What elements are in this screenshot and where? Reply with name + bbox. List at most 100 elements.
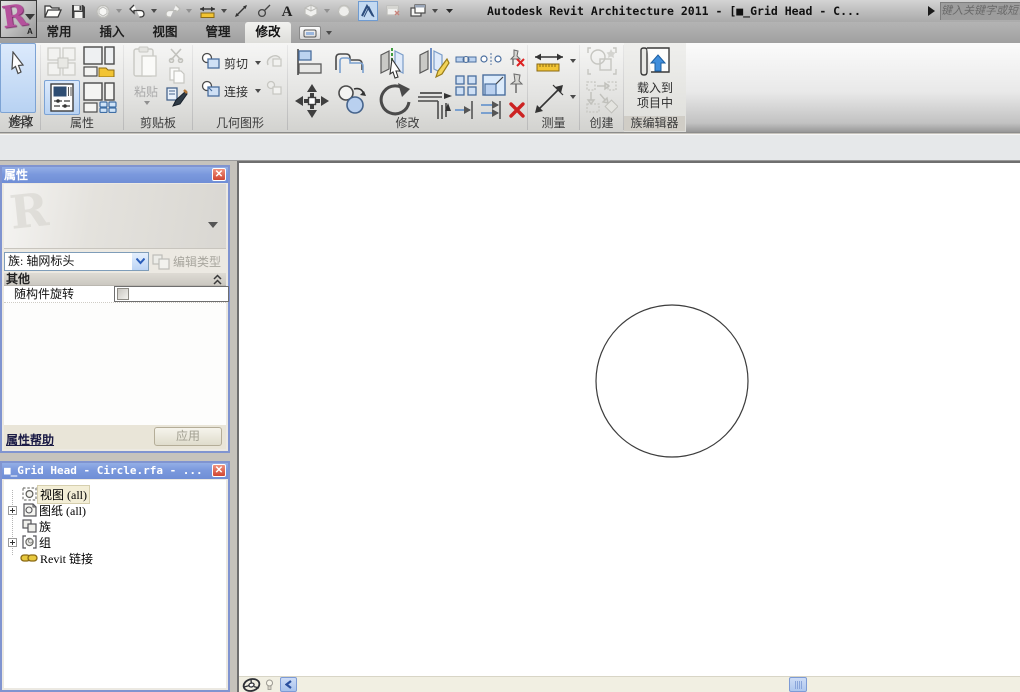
customize-qat-button[interactable]	[443, 1, 456, 21]
apply-button[interactable]: 应用	[154, 427, 222, 446]
tab-modify[interactable]: 修改	[245, 22, 291, 43]
create-group-icon[interactable]	[587, 46, 617, 76]
tab-insert[interactable]: 插入	[89, 22, 135, 43]
trim-extend-corner-icon[interactable]	[416, 83, 454, 119]
family-types-icon[interactable]	[83, 46, 117, 77]
measure-between-references-icon[interactable]	[534, 49, 564, 75]
expander-groups[interactable]	[8, 538, 17, 547]
save-button[interactable]	[69, 1, 88, 21]
panel-label-select[interactable]: 选择	[0, 116, 40, 131]
section-header-other[interactable]: 其他	[4, 273, 226, 286]
type-preview[interactable]: R	[4, 184, 226, 249]
ribbon-state-caret-icon[interactable]	[326, 31, 332, 35]
split-with-gap-icon[interactable]	[480, 51, 502, 67]
project-browser-title[interactable]: ■_Grid Head - Circle.rfa - ...	[2, 463, 228, 479]
sync-3d-button[interactable]	[93, 1, 113, 21]
preview-expand-icon[interactable]	[208, 222, 218, 228]
type-selector-dropdown-button[interactable]	[132, 252, 149, 271]
split-element-icon[interactable]	[455, 51, 477, 67]
mirror-draw-axis-icon[interactable]	[416, 47, 450, 79]
text-button[interactable]: A	[278, 1, 296, 21]
tag-button[interactable]	[255, 1, 273, 21]
collapse-chevrons-icon[interactable]	[213, 274, 222, 285]
default-3d-view-dropdown-caret-icon[interactable]	[324, 9, 330, 13]
close-hidden-windows-button[interactable]	[383, 1, 403, 21]
open-button[interactable]	[42, 1, 64, 21]
steering-wheel-icon[interactable]	[242, 678, 261, 692]
default-3d-view-button[interactable]	[301, 1, 321, 21]
rotate-icon[interactable]	[376, 81, 412, 119]
tree-item-sheets[interactable]: 图纸 (all)	[22, 502, 88, 518]
properties-help-link[interactable]: 属性帮助	[6, 431, 54, 448]
join-geometry-caret-icon[interactable]	[255, 89, 261, 93]
undo-button[interactable]	[127, 1, 148, 21]
panel-label-clipboard[interactable]: 剪贴板	[124, 116, 192, 131]
pin-icon[interactable]	[510, 73, 524, 95]
offset-icon[interactable]	[334, 50, 368, 74]
property-value-cell[interactable]	[114, 286, 229, 302]
infocenter-expand-icon[interactable]	[928, 6, 935, 16]
copy-icon[interactable]	[169, 67, 185, 84]
aligned-dimension-caret-icon[interactable]	[570, 95, 576, 99]
tree-item-families[interactable]: 族	[22, 518, 53, 534]
project-browser-close-button[interactable]: ✕	[212, 464, 226, 477]
paste-caret-icon[interactable]	[144, 101, 150, 105]
properties-palette-toggle-button[interactable]	[44, 80, 80, 115]
mirror-pick-axis-icon[interactable]	[376, 47, 408, 79]
modify-tool-button[interactable]: 修改	[0, 43, 36, 113]
tree-item-views[interactable]: 视图 (all)	[22, 486, 90, 502]
redo-button[interactable]	[162, 1, 183, 21]
rotate-with-component-checkbox[interactable]	[117, 288, 129, 300]
cut-icon[interactable]	[168, 48, 185, 63]
move-icon[interactable]	[294, 83, 330, 119]
render-button[interactable]	[335, 1, 353, 21]
tree-item-revit-links[interactable]: Revit 链接	[20, 550, 95, 566]
expander-sheets[interactable]	[8, 506, 17, 515]
panel-label-modify[interactable]: 修改	[288, 116, 527, 131]
create-similar-icon[interactable]	[586, 81, 618, 115]
properties-palette-title[interactable]: 属性	[2, 167, 228, 183]
type-properties-icon[interactable]	[83, 82, 117, 113]
uncut-geometry-icon[interactable]	[265, 52, 283, 68]
scale-icon[interactable]	[482, 74, 506, 96]
thin-lines-button[interactable]	[358, 1, 378, 21]
tab-view[interactable]: 视图	[142, 22, 188, 43]
application-menu-button[interactable]: R A	[0, 0, 37, 38]
aligned-dimension-button[interactable]	[232, 1, 250, 21]
paste-icon[interactable]	[132, 46, 160, 80]
sun-light-icon[interactable]	[265, 679, 274, 691]
unjoin-geometry-icon[interactable]	[265, 80, 283, 96]
load-into-project-icon[interactable]	[638, 47, 672, 77]
array-icon[interactable]	[454, 74, 478, 96]
panel-label-properties[interactable]: 属性	[41, 116, 123, 131]
sync-3d-dropdown-caret-icon[interactable]	[116, 9, 122, 13]
cut-geometry-caret-icon[interactable]	[255, 61, 261, 65]
cut-geometry-label[interactable]: 剪切	[224, 55, 248, 72]
measure-caret-icon[interactable]	[570, 59, 576, 63]
panel-label-family-editor[interactable]: 族编辑器	[624, 116, 685, 131]
tab-home[interactable]: 常用	[36, 22, 82, 43]
grid-head-circle[interactable]	[593, 302, 751, 460]
undo-dropdown-caret-icon[interactable]	[151, 9, 157, 13]
measure-tape-button[interactable]	[197, 1, 218, 21]
panel-label-create[interactable]: 创建	[580, 116, 623, 131]
panel-label-geometry[interactable]: 几何图形	[193, 116, 287, 131]
aligned-dimension-icon[interactable]	[533, 83, 565, 115]
unpin-icon[interactable]	[506, 49, 526, 67]
family-category-parameters-icon[interactable]	[46, 46, 77, 77]
load-into-project-label[interactable]: 载入到项目中	[637, 81, 673, 111]
tab-manage[interactable]: 管理	[195, 22, 241, 43]
match-type-icon[interactable]	[166, 87, 188, 109]
align-icon[interactable]	[295, 48, 325, 76]
switch-windows-button[interactable]	[408, 1, 429, 21]
type-selector-combobox[interactable]: 族: 轴网标头	[4, 252, 148, 271]
paste-label[interactable]: 粘贴	[134, 83, 158, 100]
search-input[interactable]: 键入关键字或短语	[940, 2, 1020, 20]
tree-item-groups[interactable]: 组	[22, 534, 53, 550]
redo-dropdown-caret-icon[interactable]	[186, 9, 192, 13]
properties-close-button[interactable]: ✕	[212, 168, 226, 181]
edit-type-button[interactable]: 编辑类型	[152, 252, 229, 271]
switch-windows-dropdown-caret-icon[interactable]	[432, 9, 438, 13]
ribbon-state-toggle-button[interactable]	[299, 26, 321, 40]
drawing-area[interactable]	[237, 161, 1020, 692]
